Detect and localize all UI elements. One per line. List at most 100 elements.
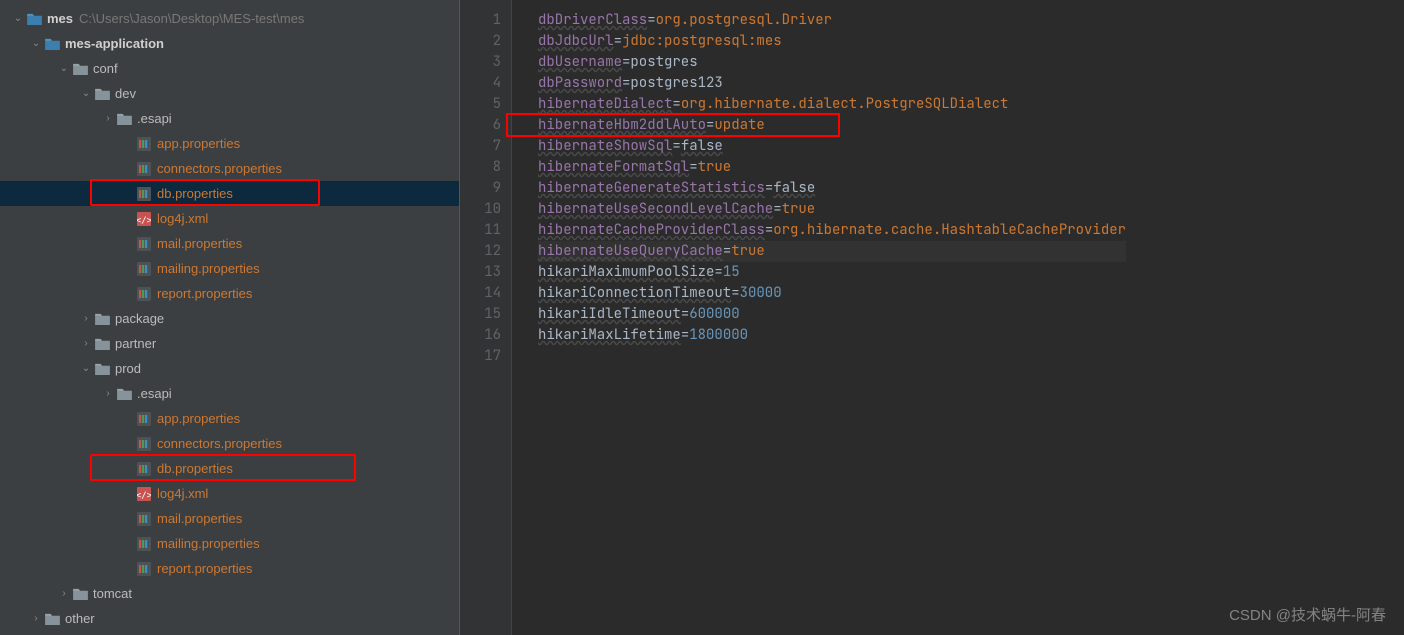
tree-item-log4j-xml[interactable]: </> log4j.xml: [0, 206, 459, 231]
code-line-11[interactable]: hibernateCacheProviderClass=org.hibernat…: [538, 220, 1126, 241]
spacer: [120, 436, 136, 452]
spacer: [120, 461, 136, 477]
chevron-right-icon[interactable]: ›: [56, 586, 72, 602]
tree-item-label: .esapi: [137, 111, 172, 126]
chevron-right-icon[interactable]: ›: [100, 386, 116, 402]
tree-item-mail-properties[interactable]: mail.properties: [0, 231, 459, 256]
code-line-8[interactable]: hibernateFormatSql=true: [538, 157, 1126, 178]
spacer: [120, 261, 136, 277]
properties-file-icon: [136, 411, 152, 427]
xml-file-icon: </>: [136, 211, 152, 227]
tree-item-log4j-xml[interactable]: </>log4j.xml: [0, 481, 459, 506]
chevron-right-icon[interactable]: ›: [78, 336, 94, 352]
tree-item-other[interactable]: ›other: [0, 606, 459, 631]
properties-file-icon: [136, 136, 152, 152]
chevron-down-icon[interactable]: ⌄: [56, 61, 72, 77]
code-line-4[interactable]: dbPassword=postgres123: [538, 73, 1126, 94]
code-line-17[interactable]: [538, 346, 1126, 367]
chevron-right-icon[interactable]: ›: [100, 111, 116, 127]
spacer: [120, 186, 136, 202]
tree-item-mes-application[interactable]: ⌄ mes-application: [0, 31, 459, 56]
tree-item-mail-properties[interactable]: mail.properties: [0, 506, 459, 531]
tree-item-label: report.properties: [157, 286, 252, 301]
svg-text:</>: </>: [137, 491, 151, 501]
code-line-1[interactable]: dbDriverClass=org.postgresql.Driver: [538, 10, 1126, 31]
tree-item-label: .esapi: [137, 386, 172, 401]
properties-file-icon: [136, 286, 152, 302]
tree-item-app-properties[interactable]: app.properties: [0, 131, 459, 156]
tree-item-tomcat[interactable]: › tomcat: [0, 581, 459, 606]
tree-item-db-properties[interactable]: db.properties: [0, 456, 459, 481]
folder-icon: [116, 386, 132, 402]
xml-file-icon: </>: [136, 486, 152, 502]
tree-item-label: connectors.properties: [157, 436, 282, 451]
code-line-6[interactable]: hibernateHbm2ddlAuto=update: [538, 115, 1126, 136]
chevron-down-icon[interactable]: ⌄: [10, 11, 26, 27]
tree-item-label: connectors.properties: [157, 161, 282, 176]
svg-text:</>: </>: [137, 216, 151, 226]
code-line-10[interactable]: hibernateUseSecondLevelCache=true: [538, 199, 1126, 220]
chevron-right-icon[interactable]: ›: [28, 611, 44, 627]
tree-item-prod[interactable]: ⌄prod: [0, 356, 459, 381]
tree-item-label: mes-application: [65, 36, 164, 51]
tree-item-partner[interactable]: ›partner: [0, 331, 459, 356]
module-folder-icon: [26, 11, 42, 27]
module-folder-icon: [44, 36, 60, 52]
spacer: [120, 411, 136, 427]
code-line-2[interactable]: dbJdbcUrl=jdbc:postgresql:mes: [538, 31, 1126, 52]
code-editor[interactable]: 1234567891011121314151617 dbDriverClass=…: [460, 0, 1404, 635]
chevron-down-icon[interactable]: ⌄: [28, 36, 44, 52]
folder-icon: [94, 336, 110, 352]
chevron-right-icon[interactable]: ›: [78, 311, 94, 327]
tree-item-connectors-properties[interactable]: connectors.properties: [0, 431, 459, 456]
tree-item-mailing-properties[interactable]: mailing.properties: [0, 256, 459, 281]
tree-item-path: C:\Users\Jason\Desktop\MES-test\mes: [79, 11, 304, 26]
folder-icon: [94, 86, 110, 102]
spacer: [120, 511, 136, 527]
tree-item-report-properties[interactable]: report.properties: [0, 556, 459, 581]
spacer: [120, 486, 136, 502]
folder-icon: [94, 361, 110, 377]
folder-icon: [116, 111, 132, 127]
tree-item-label: log4j.xml: [157, 211, 208, 226]
spacer: [120, 236, 136, 252]
chevron-down-icon[interactable]: ⌄: [78, 86, 94, 102]
tree-item-mes[interactable]: ⌄mesC:\Users\Jason\Desktop\MES-test\mes: [0, 6, 459, 31]
tree-item-conf[interactable]: ⌄conf: [0, 56, 459, 81]
spacer: [120, 136, 136, 152]
tree-item-label: mail.properties: [157, 236, 242, 251]
tree-item-label: mailing.properties: [157, 536, 260, 551]
code-line-16[interactable]: hikariMaxLifetime=1800000: [538, 325, 1126, 346]
tree-item-label: tomcat: [93, 586, 132, 601]
tree-item-db-properties[interactable]: db.properties: [0, 181, 459, 206]
spacer: [120, 286, 136, 302]
tree-item-package[interactable]: ›package: [0, 306, 459, 331]
properties-file-icon: [136, 261, 152, 277]
properties-file-icon: [136, 536, 152, 552]
tree-item--esapi[interactable]: › .esapi: [0, 106, 459, 131]
editor-gutter: 1234567891011121314151617: [460, 0, 512, 635]
tree-item-connectors-properties[interactable]: connectors.properties: [0, 156, 459, 181]
code-line-7[interactable]: hibernateShowSql=false: [538, 136, 1126, 157]
folder-icon: [72, 61, 88, 77]
properties-file-icon: [136, 236, 152, 252]
code-line-5[interactable]: hibernateDialect=org.hibernate.dialect.P…: [538, 94, 1126, 115]
editor-content[interactable]: dbDriverClass=org.postgresql.DriverdbJdb…: [512, 0, 1126, 635]
tree-item--esapi[interactable]: › .esapi: [0, 381, 459, 406]
project-tree-panel[interactable]: ⌄mesC:\Users\Jason\Desktop\MES-test\mes⌄…: [0, 0, 460, 635]
folder-icon: [44, 611, 60, 627]
tree-item-mailing-properties[interactable]: mailing.properties: [0, 531, 459, 556]
code-line-15[interactable]: hikariIdleTimeout=600000: [538, 304, 1126, 325]
tree-item-label: dev: [115, 86, 136, 101]
code-line-9[interactable]: hibernateGenerateStatistics=false: [538, 178, 1126, 199]
code-line-13[interactable]: hikariMaximumPoolSize=15: [538, 262, 1126, 283]
code-line-14[interactable]: hikariConnectionTimeout=30000: [538, 283, 1126, 304]
tree-item-report-properties[interactable]: report.properties: [0, 281, 459, 306]
code-line-12[interactable]: hibernateUseQueryCache=true: [538, 241, 1126, 262]
code-line-3[interactable]: dbUsername=postgres: [538, 52, 1126, 73]
properties-file-icon: [136, 186, 152, 202]
chevron-down-icon[interactable]: ⌄: [78, 361, 94, 377]
tree-item-dev[interactable]: ⌄ dev: [0, 81, 459, 106]
tree-item-app-properties[interactable]: app.properties: [0, 406, 459, 431]
properties-file-icon: [136, 461, 152, 477]
